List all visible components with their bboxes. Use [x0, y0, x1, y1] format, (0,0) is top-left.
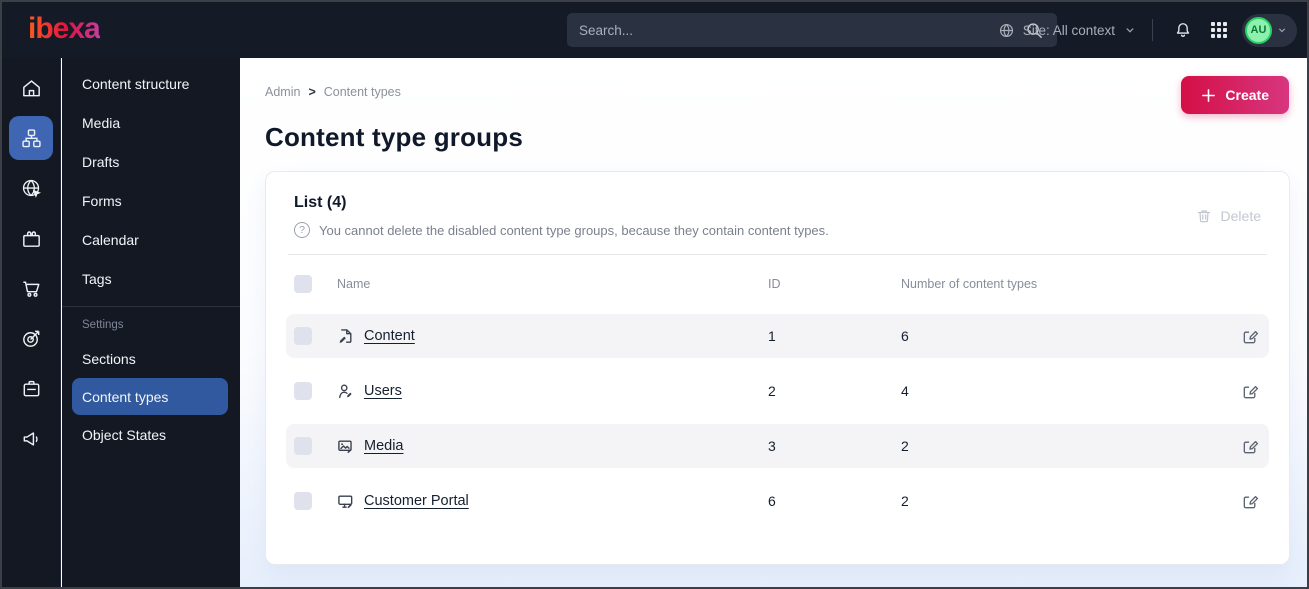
breadcrumb-separator: > [308, 85, 316, 99]
user-menu[interactable]: AU [1242, 13, 1297, 47]
group-link[interactable]: Users [364, 383, 402, 399]
page-title: Content type groups [265, 122, 524, 152]
breadcrumb: Admin > Content types [265, 85, 401, 99]
table-row: Customer Portal 6 2 [286, 479, 1269, 523]
sidebar-item-content-structure[interactable]: Content structure [62, 64, 240, 103]
chevron-down-icon [1123, 23, 1137, 37]
edit-button[interactable] [1241, 492, 1261, 511]
sidebar-item-tags[interactable]: Tags [62, 259, 240, 298]
topbar-controls: Site: All context AU [998, 2, 1297, 58]
list-header: List (4) ? You cannot delete the disable… [294, 194, 1261, 238]
site-globe-icon[interactable] [9, 166, 53, 210]
row-checkbox[interactable] [294, 437, 312, 455]
sidebar-item-forms[interactable]: Forms [62, 181, 240, 220]
badge-icon[interactable] [9, 366, 53, 410]
commerce-cart-icon[interactable] [9, 266, 53, 310]
edit-button[interactable] [1241, 327, 1261, 346]
group-count: 2 [901, 438, 909, 454]
file-edit-icon [337, 328, 354, 345]
column-header-id: ID [768, 277, 781, 291]
nav-rail [2, 58, 61, 587]
site-context-selector[interactable]: Site: All context [998, 22, 1137, 39]
breadcrumb-content-types: Content types [323, 85, 401, 99]
sidebar-item-calendar[interactable]: Calendar [62, 220, 240, 259]
content-type-groups-card: List (4) ? You cannot delete the disable… [265, 171, 1290, 565]
delete-button-label: Delete [1220, 208, 1261, 224]
content-tree-icon[interactable] [9, 116, 53, 160]
table-header: Name ID Number of content types [294, 265, 1261, 303]
megaphone-icon[interactable] [9, 416, 53, 460]
table-row: Users 2 4 [286, 369, 1269, 413]
sidebar-item-content-types[interactable]: Content types [72, 378, 228, 415]
column-header-name: Name [337, 277, 371, 291]
list-info: ? You cannot delete the disabled content… [294, 222, 829, 238]
monitor-edit-icon [337, 493, 354, 510]
app-grid-icon[interactable] [1204, 15, 1234, 45]
list-info-text: You cannot delete the disabled content t… [319, 222, 829, 238]
search-input[interactable] [579, 22, 1023, 38]
row-checkbox[interactable] [294, 327, 312, 345]
trash-icon [1196, 208, 1212, 224]
globe-icon [998, 22, 1015, 39]
card-divider [288, 254, 1267, 255]
delete-button[interactable]: Delete [1196, 208, 1261, 224]
row-checkbox[interactable] [294, 382, 312, 400]
sidebar-item-drafts[interactable]: Drafts [62, 142, 240, 181]
edit-button[interactable] [1241, 437, 1261, 456]
sidebar-divider [62, 306, 240, 307]
group-count: 4 [901, 383, 909, 399]
image-edit-icon [337, 438, 354, 455]
table-row: Content 1 6 [286, 314, 1269, 358]
sidebar-item-media[interactable]: Media [62, 103, 240, 142]
chevron-down-icon [1276, 24, 1288, 36]
group-id: 3 [768, 438, 776, 454]
sidebar-menu: Content structure Media Drafts Forms Cal… [62, 58, 240, 587]
create-button[interactable]: Create [1181, 76, 1289, 114]
group-link[interactable]: Customer Portal [364, 493, 469, 509]
topbar-divider [1152, 19, 1153, 41]
group-id: 6 [768, 493, 776, 509]
notifications-bell-icon[interactable] [1168, 15, 1198, 45]
group-link[interactable]: Media [364, 438, 404, 454]
group-count: 6 [901, 328, 909, 344]
site-context-label: Site: All context [1022, 22, 1115, 38]
list-title: List (4) [294, 194, 347, 211]
personalization-target-icon[interactable] [9, 316, 53, 360]
sidebar-section-settings: Settings [82, 319, 124, 331]
group-id: 1 [768, 328, 776, 344]
edit-button[interactable] [1241, 382, 1261, 401]
column-header-count: Number of content types [901, 277, 1038, 291]
group-id: 2 [768, 383, 776, 399]
avatar: AU [1245, 16, 1272, 44]
plus-icon [1201, 88, 1216, 103]
ibexa-logo[interactable]: ibexa [28, 12, 101, 46]
main-content: Admin > Content types Create Content typ… [240, 58, 1307, 587]
table-row: Media 3 2 [286, 424, 1269, 468]
app-window: ibexa Site: All context [0, 0, 1309, 589]
home-icon[interactable] [9, 66, 53, 110]
question-circle-icon: ? [294, 222, 310, 238]
sidebar-item-object-states[interactable]: Object States [62, 415, 240, 454]
user-edit-icon [337, 383, 354, 400]
group-count: 2 [901, 493, 909, 509]
product-catalog-icon[interactable] [9, 216, 53, 260]
page-header: Admin > Content types Create [240, 58, 1307, 114]
group-link[interactable]: Content [364, 328, 415, 344]
row-checkbox[interactable] [294, 492, 312, 510]
global-search [567, 13, 1057, 47]
breadcrumb-admin[interactable]: Admin [265, 85, 300, 99]
top-bar: ibexa Site: All context [2, 2, 1307, 58]
select-all-checkbox[interactable] [294, 275, 312, 293]
create-button-label: Create [1225, 87, 1269, 103]
sidebar-item-sections[interactable]: Sections [62, 339, 240, 378]
